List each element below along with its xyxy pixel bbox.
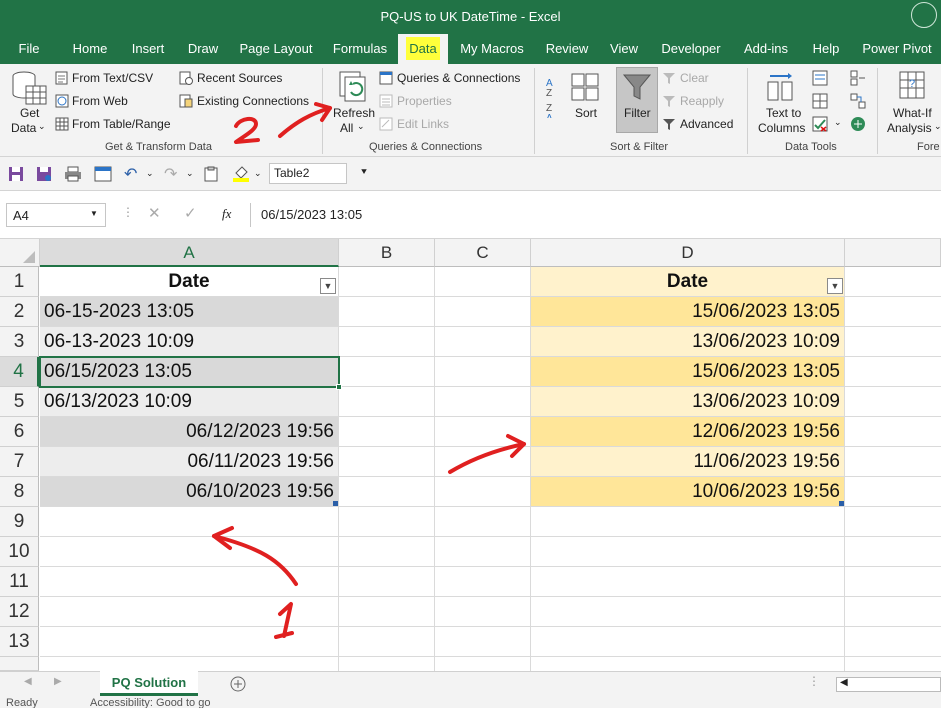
scroll-left-icon[interactable]: ◀ [840, 677, 848, 688]
drag-handle-icon[interactable]: ⋮ [808, 674, 820, 688]
status-bar: Ready Accessibility: Good to go [0, 697, 941, 708]
horizontal-scrollbar[interactable] [836, 677, 941, 692]
annotation-arrows [212, 102, 526, 639]
sheet-next-icon[interactable]: ▶ [54, 676, 62, 687]
sheet-tab-pq-solution[interactable]: PQ Solution [100, 670, 198, 696]
sheet-prev-icon[interactable]: ◀ [24, 676, 32, 687]
status-ready: Ready [6, 697, 38, 708]
add-sheet-icon[interactable] [230, 676, 246, 692]
status-accessibility[interactable]: Accessibility: Good to go [90, 697, 210, 708]
